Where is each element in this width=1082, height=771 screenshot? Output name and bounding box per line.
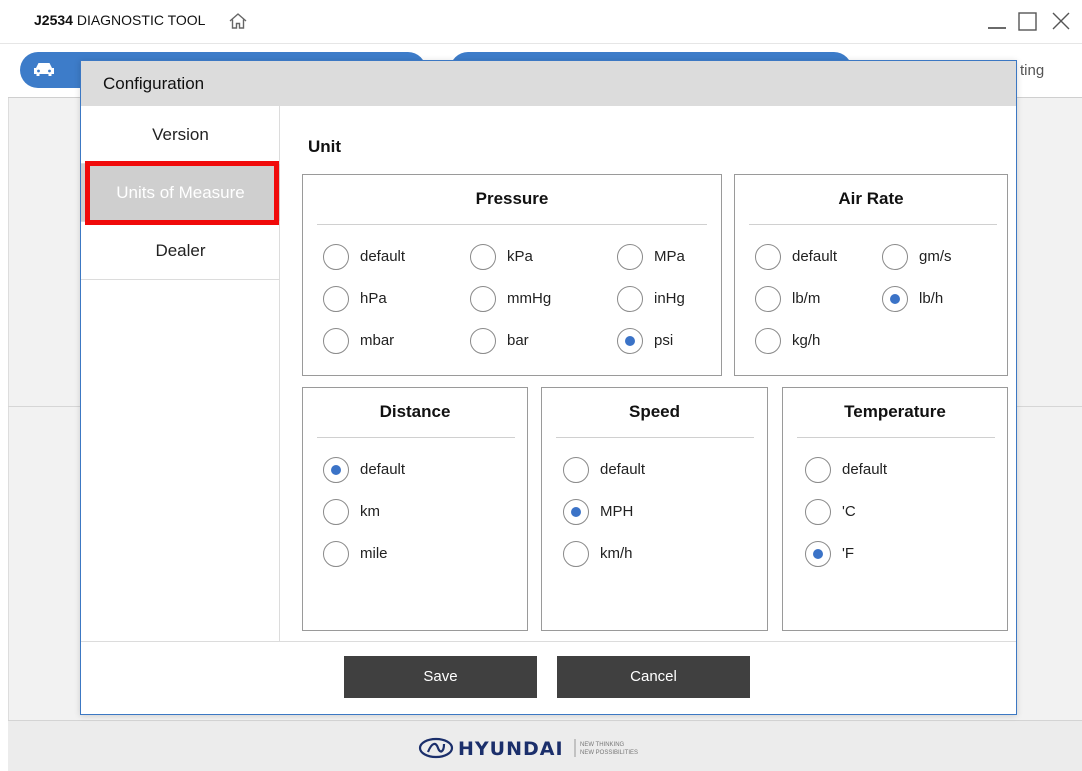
temperature-group: Temperature default 'C 'F: [782, 387, 1008, 631]
radio-button[interactable]: [617, 286, 643, 312]
radio-button[interactable]: [323, 286, 349, 312]
option-label: hPa: [360, 290, 387, 307]
brand-text: HYUNDAI: [458, 738, 564, 760]
pressure-group: Pressure default kPa MPa hPa mmHg inHg m…: [302, 174, 722, 376]
cancel-button[interactable]: Cancel: [557, 656, 750, 698]
divider: [797, 437, 995, 438]
option-label: km: [360, 503, 380, 520]
maximize-icon[interactable]: [1015, 8, 1041, 34]
radio-button[interactable]: [323, 328, 349, 354]
radio-button[interactable]: [755, 328, 781, 354]
radio-button[interactable]: [323, 457, 349, 483]
speed-group: Speed default MPH km/h: [541, 387, 768, 631]
brand-tagline-2: NEW POSSIBILITIES: [580, 750, 638, 756]
air-rate-title: Air Rate: [838, 189, 904, 208]
pressure-title: Pressure: [475, 189, 549, 208]
distance-group: Distance default km mile: [302, 387, 528, 631]
config-sidebar: Version Units of Measure Dealer: [81, 106, 280, 641]
option-label: psi: [654, 332, 674, 349]
option-label: default: [842, 461, 888, 478]
sidebar-item-dealer[interactable]: Dealer: [81, 222, 280, 280]
unit-heading: Unit: [308, 137, 342, 156]
radio-button[interactable]: [323, 541, 349, 567]
radio-button[interactable]: [323, 499, 349, 525]
car-icon: [34, 63, 54, 76]
close-icon[interactable]: [1048, 8, 1074, 34]
option-label: 'F: [842, 545, 855, 562]
radio-button[interactable]: [563, 541, 589, 567]
hyundai-logo: HYUNDAI NEW THINKING NEW POSSIBILITIES: [418, 737, 638, 760]
option-label: kg/h: [792, 332, 821, 349]
option-label: MPa: [654, 248, 685, 265]
dialog-title: Configuration: [103, 74, 205, 93]
air-rate-group: Air Rate default gm/s lb/m lb/h kg/h: [734, 174, 1008, 376]
radio-button[interactable]: [882, 286, 908, 312]
divider: [317, 437, 515, 438]
option-label: bar: [507, 332, 529, 349]
radio-button[interactable]: [805, 457, 831, 483]
distance-title: Distance: [379, 402, 451, 421]
option-label: inHg: [654, 290, 685, 307]
option-label: MPH: [600, 503, 634, 520]
app-title: J2534 DIAGNOSTIC TOOL: [34, 12, 205, 28]
radio-button[interactable]: [470, 244, 496, 270]
option-label: 'C: [842, 503, 856, 520]
sidebar-item-version[interactable]: Version: [81, 106, 280, 164]
radio-button[interactable]: [755, 244, 781, 270]
divider: [556, 437, 754, 438]
option-label: default: [360, 461, 406, 478]
option-label: lb/m: [792, 290, 821, 307]
radio-button[interactable]: [323, 244, 349, 270]
radio-button[interactable]: [617, 328, 643, 354]
option-label: default: [792, 248, 838, 265]
home-icon[interactable]: [228, 12, 248, 30]
radio-button[interactable]: [755, 286, 781, 312]
dialog-divider: [81, 641, 1016, 642]
app-title-rest: DIAGNOSTIC TOOL: [72, 12, 206, 28]
radio-button[interactable]: [882, 244, 908, 270]
speed-title: Speed: [628, 402, 681, 421]
dialog-header: Configuration: [81, 61, 1016, 106]
option-label: mmHg: [507, 290, 552, 307]
option-label: default: [600, 461, 646, 478]
brand-tagline-1: NEW THINKING: [580, 742, 625, 748]
radio-button[interactable]: [470, 286, 496, 312]
radio-button[interactable]: [617, 244, 643, 270]
minimize-icon[interactable]: [984, 8, 1010, 34]
title-bar: J2534 DIAGNOSTIC TOOL: [0, 0, 1082, 44]
setting-tab-fragment[interactable]: ting: [1020, 62, 1044, 79]
option-label: default: [360, 248, 406, 265]
radio-button[interactable]: [470, 328, 496, 354]
temperature-title: Temperature: [844, 402, 946, 421]
radio-button[interactable]: [563, 457, 589, 483]
option-label: km/h: [600, 545, 633, 562]
configuration-dialog: Configuration Version Units of Measure D…: [80, 60, 1017, 715]
sidebar-item-units-of-measure[interactable]: Units of Measure: [81, 164, 280, 222]
radio-button[interactable]: [805, 541, 831, 567]
app-title-bold: J2534: [34, 12, 73, 28]
option-label: kPa: [507, 248, 533, 265]
save-button[interactable]: Save: [344, 656, 537, 698]
option-label: lb/h: [919, 290, 944, 307]
option-label: gm/s: [919, 248, 952, 265]
radio-button[interactable]: [805, 499, 831, 525]
divider: [749, 224, 997, 225]
option-label: mile: [360, 545, 388, 562]
radio-button[interactable]: [563, 499, 589, 525]
option-label: mbar: [360, 332, 395, 349]
divider: [317, 224, 707, 225]
